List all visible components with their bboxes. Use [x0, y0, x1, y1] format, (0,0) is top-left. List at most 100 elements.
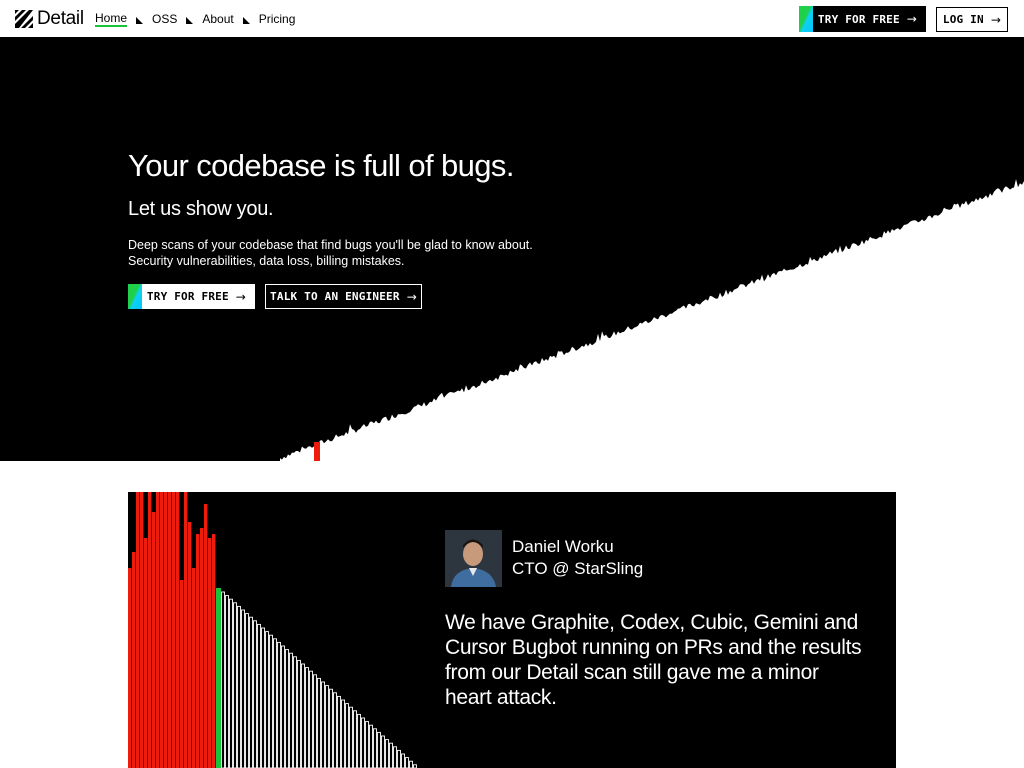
white-rising-area — [280, 179, 1024, 461]
outline-bar — [237, 605, 241, 768]
hero-title: Your codebase is full of bugs. — [128, 148, 514, 183]
red-bar — [140, 492, 144, 768]
outline-bar — [265, 631, 269, 768]
outline-bar — [273, 638, 277, 768]
red-bar — [184, 492, 188, 768]
hero-try-free-button[interactable]: TRY FOR FREE → — [128, 284, 255, 309]
outline-bar — [389, 742, 393, 768]
outline-bar — [369, 724, 373, 768]
outline-bar — [321, 681, 325, 768]
login-label: LOG IN — [942, 13, 984, 26]
avatar — [445, 530, 502, 587]
nav-separator-icon — [242, 16, 250, 24]
outline-bar — [345, 703, 349, 768]
top-nav: Detail Home OSS About Pricing TRY FOR FR… — [0, 0, 1024, 38]
red-bar — [212, 534, 216, 768]
arrow-right-icon: → — [990, 12, 1002, 27]
logo-text: Detail — [37, 8, 84, 29]
red-bar — [208, 538, 212, 768]
outline-bar — [313, 674, 317, 768]
hero-description-line: Deep scans of your codebase that find bu… — [128, 238, 533, 252]
nav-separator-icon — [136, 16, 144, 24]
nav-link-home[interactable]: Home — [95, 11, 128, 27]
outline-bar — [401, 753, 405, 768]
talk-to-engineer-label: TALK TO AN ENGINEER — [270, 290, 400, 303]
red-bar — [192, 568, 196, 768]
red-bar — [176, 492, 180, 768]
outline-bar — [349, 706, 353, 768]
red-bar — [144, 538, 148, 768]
red-bar — [136, 492, 140, 768]
outline-bar — [297, 659, 301, 768]
outline-bar — [301, 663, 305, 768]
outline-bar — [329, 688, 333, 768]
person-photo-icon — [445, 530, 502, 587]
red-bar — [172, 492, 176, 768]
outline-bar — [381, 735, 385, 768]
outline-bar — [357, 713, 361, 768]
outline-bar — [393, 746, 397, 768]
red-bug-marker — [314, 442, 320, 461]
hero-section: Your codebase is full of bugs. Let us sh… — [0, 38, 1024, 461]
red-bar — [152, 512, 156, 768]
testimonial-role: CTO @ StarSling — [512, 559, 644, 578]
green-bar — [216, 588, 221, 768]
red-bar — [160, 492, 164, 768]
red-bar — [128, 568, 132, 768]
outline-bar — [373, 728, 377, 768]
outline-bar — [241, 609, 245, 768]
outline-bar — [289, 652, 293, 768]
outline-bar — [277, 641, 281, 768]
login-button[interactable]: LOG IN → — [936, 7, 1008, 32]
outline-bar — [229, 598, 233, 768]
hero-subtitle: Let us show you. — [128, 198, 274, 220]
nav-separator-icon — [186, 16, 194, 24]
arrow-right-icon: → — [235, 289, 247, 304]
outline-bar — [225, 595, 229, 768]
outline-bar — [365, 721, 369, 768]
red-bar — [188, 522, 192, 768]
red-bar — [148, 492, 152, 768]
arrow-right-icon: → — [906, 12, 918, 26]
talk-to-engineer-button[interactable]: TALK TO AN ENGINEER → — [265, 284, 422, 309]
nav-try-free-button[interactable]: TRY FOR FREE → — [799, 6, 926, 32]
outline-bar — [385, 739, 389, 768]
outline-bar — [233, 602, 237, 768]
red-bar — [204, 504, 208, 768]
red-bar — [132, 552, 136, 768]
testimonial-quote: We have Graphite, Codex, Cubic, Gemini a… — [445, 611, 862, 709]
outline-bar — [409, 760, 413, 768]
outline-bar — [361, 717, 365, 768]
red-bar — [156, 492, 160, 768]
outline-bar — [261, 627, 265, 768]
nav-links: Home OSS About Pricing — [95, 11, 295, 27]
red-bar — [200, 528, 204, 768]
red-bar — [196, 534, 200, 768]
outline-bar — [377, 731, 381, 768]
hero-description: Deep scans of your codebase that find bu… — [128, 237, 588, 269]
outline-bar — [281, 645, 285, 768]
red-bar — [164, 492, 168, 768]
outline-bar — [337, 695, 341, 768]
outline-bar — [341, 699, 345, 768]
outline-bar — [309, 670, 313, 768]
red-bar — [180, 580, 184, 768]
arrow-right-icon: → — [406, 289, 417, 304]
outline-bar — [285, 649, 289, 768]
gradient-stripe — [128, 284, 142, 309]
logo[interactable]: Detail — [15, 8, 84, 30]
nav-link-pricing[interactable]: Pricing — [259, 12, 296, 26]
testimonial-card: Daniel Worku CTO @ StarSling We have Gra… — [128, 492, 896, 768]
outline-bar — [333, 692, 337, 768]
outline-bar — [397, 749, 401, 768]
nav-try-free-label: TRY FOR FREE — [817, 12, 900, 26]
red-bar — [168, 492, 172, 768]
outline-bar — [269, 634, 273, 768]
outline-bar — [305, 667, 309, 768]
outline-bar — [221, 591, 225, 768]
outline-bar — [405, 757, 409, 768]
nav-link-about[interactable]: About — [202, 12, 233, 26]
outline-bar — [257, 623, 261, 768]
nav-link-oss[interactable]: OSS — [152, 12, 177, 26]
outline-bar — [317, 677, 321, 768]
